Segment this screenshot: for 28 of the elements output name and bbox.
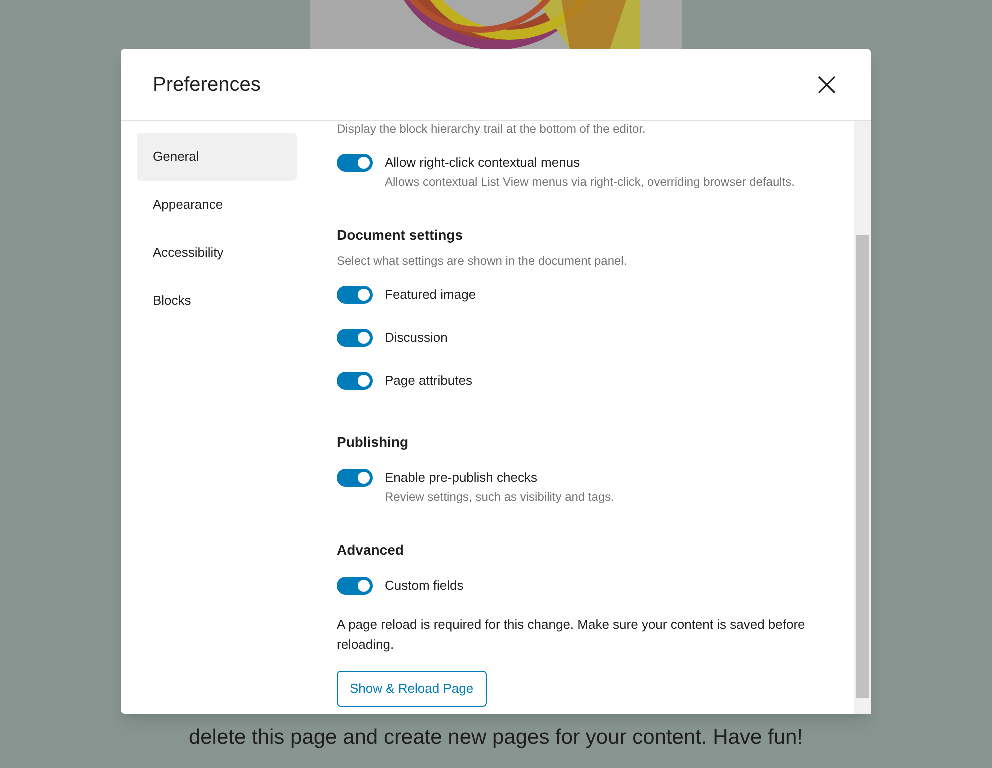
toggle-switch[interactable] <box>337 154 373 172</box>
toggle-label[interactable]: Custom fields <box>385 576 464 596</box>
section-heading: Document settings <box>337 226 464 245</box>
toggle-switch[interactable] <box>337 577 373 595</box>
toggle-label[interactable]: Discussion <box>385 328 448 348</box>
sidebar-tab[interactable]: Accessibility <box>137 229 297 277</box>
help-text: Review settings, such as visibility and tags. <box>385 489 614 506</box>
toggle-label[interactable]: Featured image <box>385 285 476 305</box>
section-description: Select what settings are shown in the document panel. <box>337 253 628 269</box>
section-heading: Advanced <box>337 541 405 560</box>
toggle-label[interactable]: Enable pre-publish checks <box>385 468 614 488</box>
section-heading: Publishing <box>337 433 410 452</box>
sidebar-tab[interactable]: Appearance <box>137 181 297 229</box>
help-text: Allows contextual List View menus via right-click, overriding browser defaults. <box>385 174 795 191</box>
toggle-label[interactable]: Allow right-click contextual menus <box>385 153 795 173</box>
sidebar-tab[interactable]: Blocks <box>137 277 297 325</box>
page-text: delete this page and create new pages for your content. Have fun! <box>188 725 804 751</box>
notice-text: A page reload is required for this change. Make sure your content is saved before reloading. <box>337 616 806 654</box>
toggle-switch[interactable] <box>337 372 373 390</box>
reload-button[interactable]: Show & Reload Page <box>337 671 487 707</box>
help-text: Display the block hierarchy trail at the bottom of the editor. <box>337 121 647 137</box>
sidebar-tab[interactable]: General <box>137 133 297 181</box>
dialog-title: Preferences <box>153 72 261 98</box>
toggle-switch[interactable] <box>337 469 373 487</box>
toggle-label[interactable]: Page attributes <box>385 371 472 391</box>
toggle-switch[interactable] <box>337 286 373 304</box>
scrollbar[interactable] <box>854 121 871 714</box>
toggle-switch[interactable] <box>337 329 373 347</box>
